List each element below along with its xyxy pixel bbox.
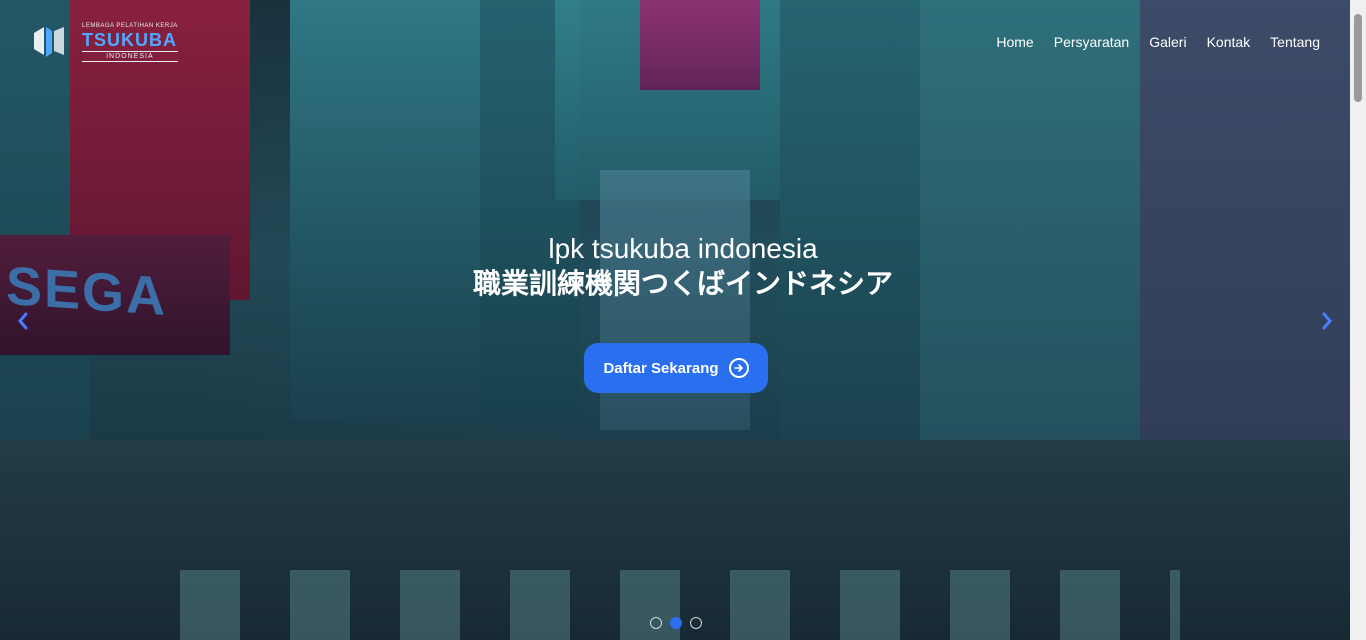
arrow-right-circle-icon xyxy=(728,358,749,378)
carousel-dot-1[interactable] xyxy=(650,617,662,629)
chevron-left-icon xyxy=(18,312,28,330)
page-scrollbar[interactable] xyxy=(1350,0,1366,640)
logo-text: LEMBAGA PELATIHAN KERJA TSUKUBA INDONESI… xyxy=(82,23,178,62)
nav-home[interactable]: Home xyxy=(996,34,1033,50)
logo-mark-icon xyxy=(30,25,74,59)
scrollbar-thumb[interactable] xyxy=(1354,14,1362,102)
chevron-right-icon xyxy=(1322,312,1332,330)
hero-title: lpk tsukuba indonesia xyxy=(548,233,818,264)
carousel-dot-2[interactable] xyxy=(670,617,682,629)
carousel-indicators xyxy=(650,617,702,629)
nav-tentang[interactable]: Tentang xyxy=(1270,34,1320,50)
navbar: LEMBAGA PELATIHAN KERJA TSUKUBA INDONESI… xyxy=(0,0,1350,84)
carousel-dot-3[interactable] xyxy=(690,617,702,629)
logo[interactable]: LEMBAGA PELATIHAN KERJA TSUKUBA INDONESI… xyxy=(30,23,178,62)
hero-content: lpk tsukuba indonesia 職業訓練機関つくばインドネシア xyxy=(0,232,1366,302)
nav-galeri[interactable]: Galeri xyxy=(1149,34,1186,50)
logo-country: INDONESIA xyxy=(82,50,178,62)
carousel-next-button[interactable] xyxy=(1320,312,1334,336)
main-nav: Home Persyaratan Galeri Kontak Tentang xyxy=(996,34,1320,50)
carousel-prev-button[interactable] xyxy=(16,312,30,336)
hero-subtitle: 職業訓練機関つくばインドネシア xyxy=(472,268,893,299)
register-button[interactable]: Daftar Sekarang xyxy=(584,343,768,393)
background-overlay xyxy=(0,0,1366,640)
logo-tagline: LEMBAGA PELATIHAN KERJA xyxy=(82,22,178,29)
nav-persyaratan[interactable]: Persyaratan xyxy=(1054,34,1129,50)
register-button-label: Daftar Sekarang xyxy=(603,359,719,377)
logo-name: TSUKUBA xyxy=(82,29,177,50)
hero-carousel: SEGA LEMBAGA PELATIHAN KERJA TSUKUBA IND… xyxy=(0,0,1366,640)
nav-kontak[interactable]: Kontak xyxy=(1207,34,1251,50)
